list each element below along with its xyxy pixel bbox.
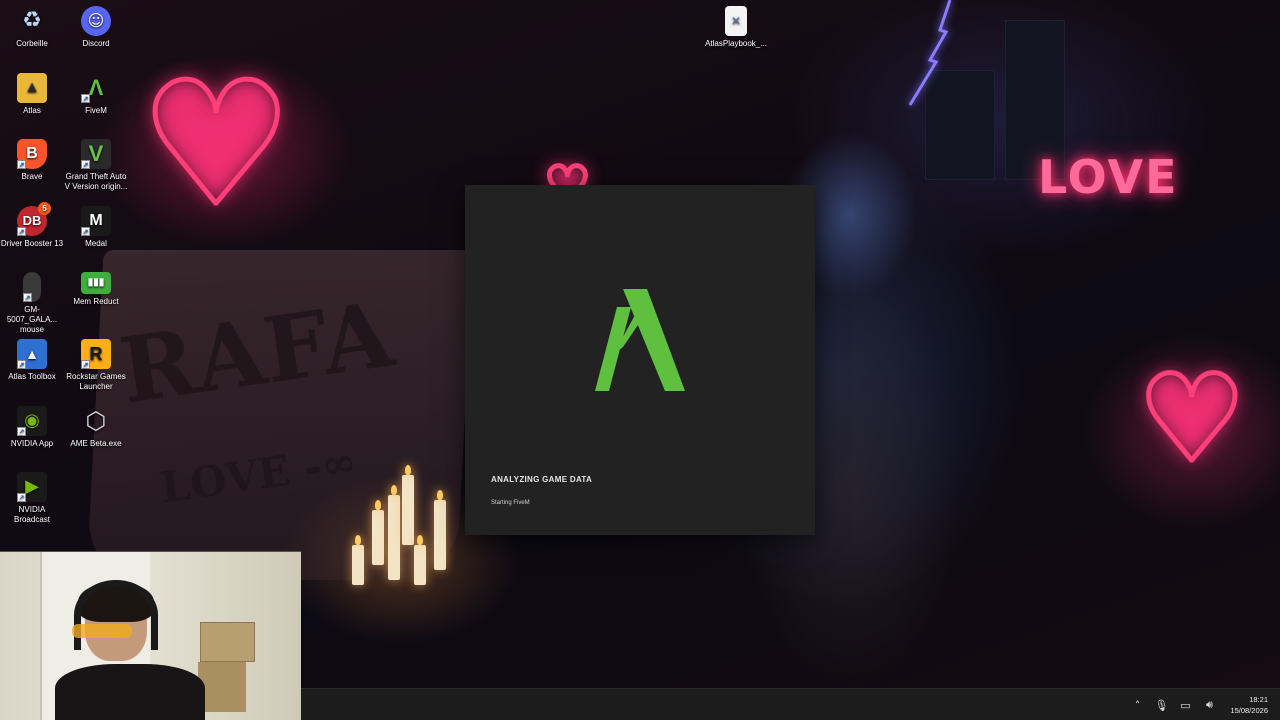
candle bbox=[372, 500, 384, 565]
lightning-bolt bbox=[908, 0, 952, 106]
headphones-icon bbox=[74, 580, 158, 650]
desktop-icon-label: Driver Booster 13 bbox=[0, 239, 64, 248]
desktop-icon-nvidia-broadcast[interactable]: ▶ ↗ NVIDIA Broadcast bbox=[0, 472, 64, 525]
shortcut-arrow-icon: ↗ bbox=[17, 427, 26, 436]
mouse-icon: ↗ bbox=[23, 272, 41, 302]
splash-substatus-text: Starting FiveM bbox=[491, 500, 530, 506]
shortcut-arrow-icon: ↗ bbox=[23, 293, 32, 302]
desktop-icon-label: AME Beta.exe bbox=[70, 439, 122, 448]
gta-v-icon: V ↗ bbox=[81, 139, 111, 169]
candle bbox=[402, 465, 414, 545]
taskbar-clock[interactable]: 18:21 15/08/2026 bbox=[1230, 694, 1268, 716]
notification-badge: 5 bbox=[38, 202, 51, 215]
desktop-icon-mem-reduct[interactable]: ▮▮▮ Mem Reduct bbox=[64, 272, 128, 307]
desktop-icon-fivem[interactable]: Λ ↗ FiveM bbox=[64, 73, 128, 116]
desktop-icon-rockstar[interactable]: R ↗ Rockstar Games Launcher bbox=[64, 339, 128, 392]
desktop-icon-atlas-toolbox[interactable]: ▲ ↗ Atlas Toolbox bbox=[0, 339, 64, 382]
desktop-icon-medal[interactable]: M ↗ Medal bbox=[64, 206, 128, 249]
shortcut-arrow-icon: ↗ bbox=[17, 160, 26, 169]
webcam-person-glasses bbox=[72, 624, 132, 638]
toolbox-icon: ▲ ↗ bbox=[17, 339, 47, 369]
display-icon[interactable]: ▭ bbox=[1178, 698, 1192, 712]
candle bbox=[388, 485, 400, 580]
shortcut-arrow-icon: ↗ bbox=[81, 94, 90, 103]
system-tray: ˄ 🎙︎ ▭ 🔊︎ 18:21 15/08/2026 bbox=[1130, 689, 1280, 720]
microphone-icon[interactable]: 🎙︎ bbox=[1154, 698, 1168, 712]
desktop-icon-label: Atlas bbox=[23, 106, 41, 115]
desktop-icon-label: Medal bbox=[85, 239, 107, 248]
desktop-icon-atlas[interactable]: ▲ Atlas bbox=[0, 73, 64, 116]
clock-time: 18:21 bbox=[1249, 695, 1268, 704]
nvidia-icon: ◉ ↗ bbox=[17, 406, 47, 436]
clock-date: 15/08/2026 bbox=[1230, 706, 1268, 715]
volume-icon[interactable]: 🔊︎ bbox=[1202, 698, 1216, 712]
neon-heart-right: ♥ bbox=[1136, 350, 1249, 489]
webcam-person-shirt bbox=[55, 664, 205, 720]
shortcut-arrow-icon: ↗ bbox=[17, 360, 26, 369]
taskbar: ˄ 🎙︎ ▭ 🔊︎ 18:21 15/08/2026 bbox=[301, 688, 1280, 720]
desktop-icon-nvidia-app[interactable]: ◉ ↗ NVIDIA App bbox=[0, 406, 64, 449]
fivem-icon: Λ ↗ bbox=[81, 75, 104, 103]
file-icon: ✕ bbox=[725, 6, 747, 36]
desktop-icon-label: Discord bbox=[82, 39, 110, 48]
desktop-icon-label: Mem Reduct bbox=[73, 297, 119, 306]
desktop-icon-label: NVIDIA Broadcast bbox=[13, 505, 51, 524]
rockstar-icon: R ↗ bbox=[81, 339, 111, 369]
candle bbox=[414, 535, 426, 585]
nvidia-broadcast-icon: ▶ ↗ bbox=[17, 472, 47, 502]
shortcut-arrow-icon: ↗ bbox=[81, 227, 90, 236]
splash-status-text: ANALYZING GAME DATA bbox=[491, 475, 593, 484]
webcam-background-box bbox=[198, 662, 246, 712]
neon-heart-large: ♥ bbox=[137, 46, 294, 244]
discord-icon: ☺ bbox=[81, 6, 111, 36]
desktop-icon-label: FiveM bbox=[85, 106, 107, 115]
desktop-icon-atlasplaybook[interactable]: ✕ AtlasPlaybook_... bbox=[704, 6, 768, 49]
desktop-icon-mouse[interactable]: ↗ GM-5007_GALA... mouse bbox=[0, 272, 64, 335]
fivem-splash-window: ANALYZING GAME DATA Starting FiveM bbox=[465, 185, 815, 535]
desktop-icon-discord[interactable]: ☺ Discord bbox=[64, 6, 128, 49]
neon-love-text: LOVE bbox=[1038, 150, 1179, 204]
candle bbox=[434, 490, 446, 570]
desktop-icon-label: Grand Theft Auto V Version origin... bbox=[64, 172, 128, 191]
desktop-icon-label: AtlasPlaybook_... bbox=[705, 39, 767, 48]
shortcut-arrow-icon: ↗ bbox=[81, 360, 90, 369]
chevron-up-icon[interactable]: ˄ bbox=[1130, 698, 1144, 712]
recycle-bin-icon: ♻ bbox=[22, 8, 42, 33]
desktop-icon-label: Atlas Toolbox bbox=[8, 372, 56, 381]
medal-icon: M ↗ bbox=[81, 206, 111, 236]
desktop-icon-label: NVIDIA App bbox=[10, 439, 54, 448]
ame-icon: ⬡ bbox=[85, 407, 107, 435]
driver-booster-icon: DB 5 ↗ bbox=[17, 202, 51, 236]
mem-reduct-icon: ▮▮▮ bbox=[81, 272, 111, 294]
desktop-icon-gta-v[interactable]: V ↗ Grand Theft Auto V Version origin... bbox=[64, 139, 128, 192]
shortcut-arrow-icon: ↗ bbox=[81, 160, 90, 169]
desktop-icon-driver-booster[interactable]: DB 5 ↗ Driver Booster 13 bbox=[0, 202, 64, 249]
desktop-icon-ame-beta[interactable]: ⬡ AME Beta.exe bbox=[64, 406, 128, 449]
desktop-icon-recycle-bin[interactable]: ♻ Corbeille bbox=[0, 6, 64, 49]
webcam-overlay bbox=[0, 551, 301, 720]
shortcut-arrow-icon: ↗ bbox=[17, 493, 26, 502]
webcam-background-box bbox=[200, 622, 255, 662]
brave-icon: B ↗ bbox=[17, 139, 47, 169]
desktop-icon-brave[interactable]: B ↗ Brave bbox=[0, 139, 64, 182]
desktop-icon-label: Brave bbox=[21, 172, 43, 181]
fivem-logo-icon bbox=[595, 289, 685, 391]
desktop-icon-label: Corbeille bbox=[16, 39, 48, 48]
desktop-icon-label: Rockstar Games Launcher bbox=[66, 372, 126, 391]
desktop-icon-label: GM-5007_GALA... mouse bbox=[6, 305, 58, 334]
shortcut-arrow-icon: ↗ bbox=[17, 227, 26, 236]
candle bbox=[352, 535, 364, 585]
folder-icon: ▲ bbox=[17, 73, 47, 103]
